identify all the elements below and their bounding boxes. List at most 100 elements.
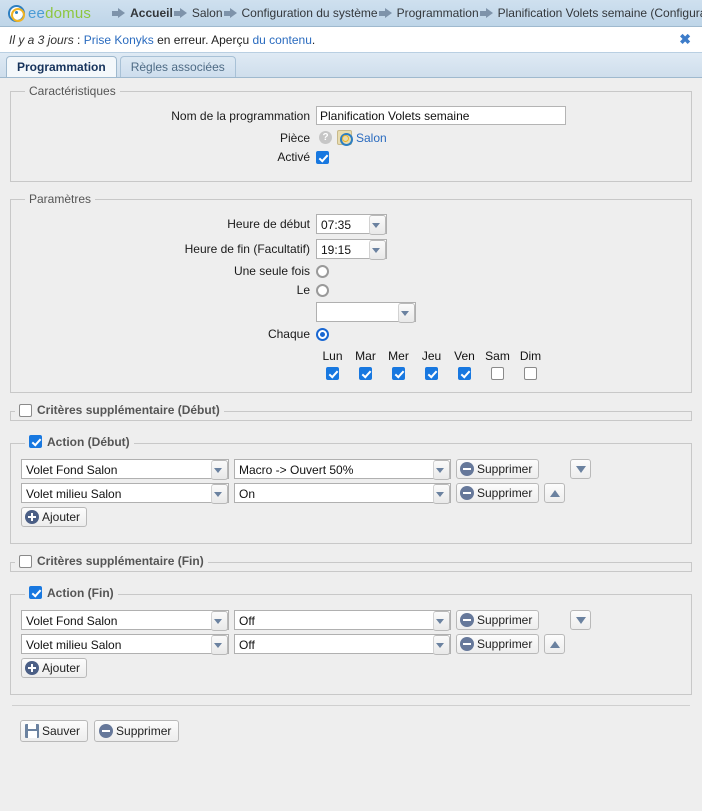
le-radio[interactable] [316, 284, 329, 297]
breadcrumb-item-salon[interactable]: Salon [173, 6, 223, 20]
chevron-down-icon [433, 484, 450, 504]
footer-button-bar: Sauver Supprimer [6, 712, 696, 742]
action-debut-action-value-0: Macro -> Ouvert 50% [235, 460, 433, 478]
weekday-checkbox-jeu[interactable] [425, 367, 438, 380]
action-debut-action-value-1: On [235, 484, 433, 502]
action-debut-move-up-button-1[interactable] [544, 483, 565, 503]
weekday-checkbox-ven[interactable] [458, 367, 471, 380]
action-fin-checkbox[interactable] [29, 586, 42, 599]
action-row: Volet milieu Salon On Supprimer [21, 483, 681, 503]
action-fin-label: Action (Fin) [47, 586, 114, 600]
heure-debut-label: Heure de début [21, 217, 316, 231]
une-seule-fois-radio[interactable] [316, 265, 329, 278]
breadcrumb-item-programmation[interactable]: Programmation [378, 6, 479, 20]
section-caracteristiques-legend: Caractéristiques [25, 84, 120, 98]
notification-device-link[interactable]: Prise Konyks [84, 33, 154, 47]
action-debut-move-down-button-0[interactable] [570, 459, 591, 479]
action-debut-action-select-0[interactable]: Macro -> Ouvert 50% [234, 459, 451, 479]
arrow-right-icon [224, 8, 237, 19]
action-fin-device-select-0[interactable]: Volet Fond Salon [21, 610, 229, 630]
chaque-label: Chaque [21, 327, 316, 341]
breadcrumb-label: Configuration du système [242, 6, 378, 20]
weekday-label: Dim [514, 349, 547, 363]
plus-circle-icon [25, 661, 39, 675]
minus-circle-icon [460, 637, 474, 651]
action-fin-delete-button-0[interactable]: Supprimer [456, 610, 539, 630]
breadcrumb-item-accueil[interactable]: Accueil [111, 6, 173, 20]
breadcrumb: Accueil Salon Configuration du système P… [111, 6, 702, 20]
chaque-radio[interactable] [316, 328, 329, 341]
action-debut-device-select-1[interactable]: Volet milieu Salon [21, 483, 229, 503]
chevron-down-icon [369, 240, 386, 260]
piece-label: Pièce [21, 131, 316, 145]
heure-fin-label: Heure de fin (Facultatif) [21, 242, 316, 256]
date-select-value [317, 303, 398, 321]
plus-circle-icon [25, 510, 39, 524]
delete-button[interactable]: Supprimer [94, 720, 179, 742]
le-label: Le [21, 283, 316, 297]
weekday-label: Sam [481, 349, 514, 363]
criteres-fin-checkbox[interactable] [19, 555, 32, 568]
heure-fin-select[interactable]: 19:15 [316, 239, 387, 259]
action-fin-add-button[interactable]: Ajouter [21, 658, 87, 678]
action-debut-checkbox[interactable] [29, 435, 42, 448]
action-fin-action-select-0[interactable]: Off [234, 610, 451, 630]
tab-programmation[interactable]: Programmation [6, 56, 117, 77]
save-button[interactable]: Sauver [20, 720, 88, 742]
notification-middle-text: en erreur. Aperçu [154, 33, 253, 47]
date-select[interactable] [316, 302, 416, 322]
eedomus-logo[interactable]: eedomus [4, 5, 97, 22]
action-fin-action-value-1: Off [235, 635, 433, 653]
action-fin-device-value-1: Volet milieu Salon [22, 635, 211, 653]
action-debut-add-row: Ajouter [21, 507, 681, 527]
main-content: Caractéristiques Nom de la programmation… [0, 78, 702, 742]
weekday-checkbox-lun[interactable] [326, 367, 339, 380]
row-piece: Pièce ? Salon [21, 130, 681, 145]
piece-value-link[interactable]: Salon [356, 131, 387, 145]
row-nom-programmation: Nom de la programmation [21, 106, 681, 125]
action-debut-delete-button-0[interactable]: Supprimer [456, 459, 539, 479]
action-fin-action-select-1[interactable]: Off [234, 634, 451, 654]
room-icon [337, 130, 352, 145]
action-fin-add-row: Ajouter [21, 658, 681, 678]
section-action-fin: Action (Fin) Volet Fond Salon Off Suppri… [10, 586, 692, 696]
action-row: Volet Fond Salon Off Supprimer [21, 610, 681, 630]
delete-button-label: Supprimer [116, 724, 171, 738]
action-fin-move-down-button-0[interactable] [570, 610, 591, 630]
action-fin-move-up-button-1[interactable] [544, 634, 565, 654]
nom-programmation-input[interactable] [316, 106, 566, 125]
action-fin-delete-button-1[interactable]: Supprimer [456, 634, 539, 654]
notification-separator: : [74, 33, 84, 47]
heure-debut-select[interactable]: 07:35 [316, 214, 387, 234]
section-action-debut-legend: Action (Début) [25, 435, 134, 452]
action-fin-device-select-1[interactable]: Volet milieu Salon [21, 634, 229, 654]
action-debut-action-select-1[interactable]: On [234, 483, 451, 503]
action-fin-add-label: Ajouter [42, 661, 80, 675]
minus-circle-icon [460, 486, 474, 500]
triangle-up-icon [550, 490, 560, 497]
active-checkbox[interactable] [316, 151, 329, 164]
breadcrumb-item-configuration[interactable]: Configuration du système [223, 6, 378, 20]
notification-end-text: . [312, 33, 315, 47]
action-fin-delete-label-0: Supprimer [477, 613, 532, 627]
notification-timestamp: Il y a 3 jours [9, 33, 74, 47]
notification-content-link[interactable]: du contenu [252, 33, 311, 47]
action-debut-delete-button-1[interactable]: Supprimer [456, 483, 539, 503]
weekday-checkbox-mer[interactable] [392, 367, 405, 380]
tab-regles-associees[interactable]: Règles associées [120, 56, 236, 77]
weekday-checkbox-dim[interactable] [524, 367, 537, 380]
weekday-label: Mar [349, 349, 382, 363]
action-debut-device-select-0[interactable]: Volet Fond Salon [21, 459, 229, 479]
chevron-down-icon [433, 635, 450, 655]
section-criteres-debut: Critères supplémentaire (Début) [10, 403, 692, 421]
help-icon[interactable]: ? [319, 131, 332, 144]
triangle-down-icon [576, 466, 586, 473]
weekday-checkbox-mar[interactable] [359, 367, 372, 380]
arrow-right-icon [379, 8, 392, 19]
nom-programmation-label: Nom de la programmation [21, 109, 316, 123]
criteres-debut-checkbox[interactable] [19, 404, 32, 417]
action-debut-add-button[interactable]: Ajouter [21, 507, 87, 527]
breadcrumb-item-current[interactable]: Planification Volets semaine (Configurat… [479, 6, 702, 20]
close-icon[interactable]: ✖ [676, 31, 694, 48]
weekday-checkbox-sam[interactable] [491, 367, 504, 380]
